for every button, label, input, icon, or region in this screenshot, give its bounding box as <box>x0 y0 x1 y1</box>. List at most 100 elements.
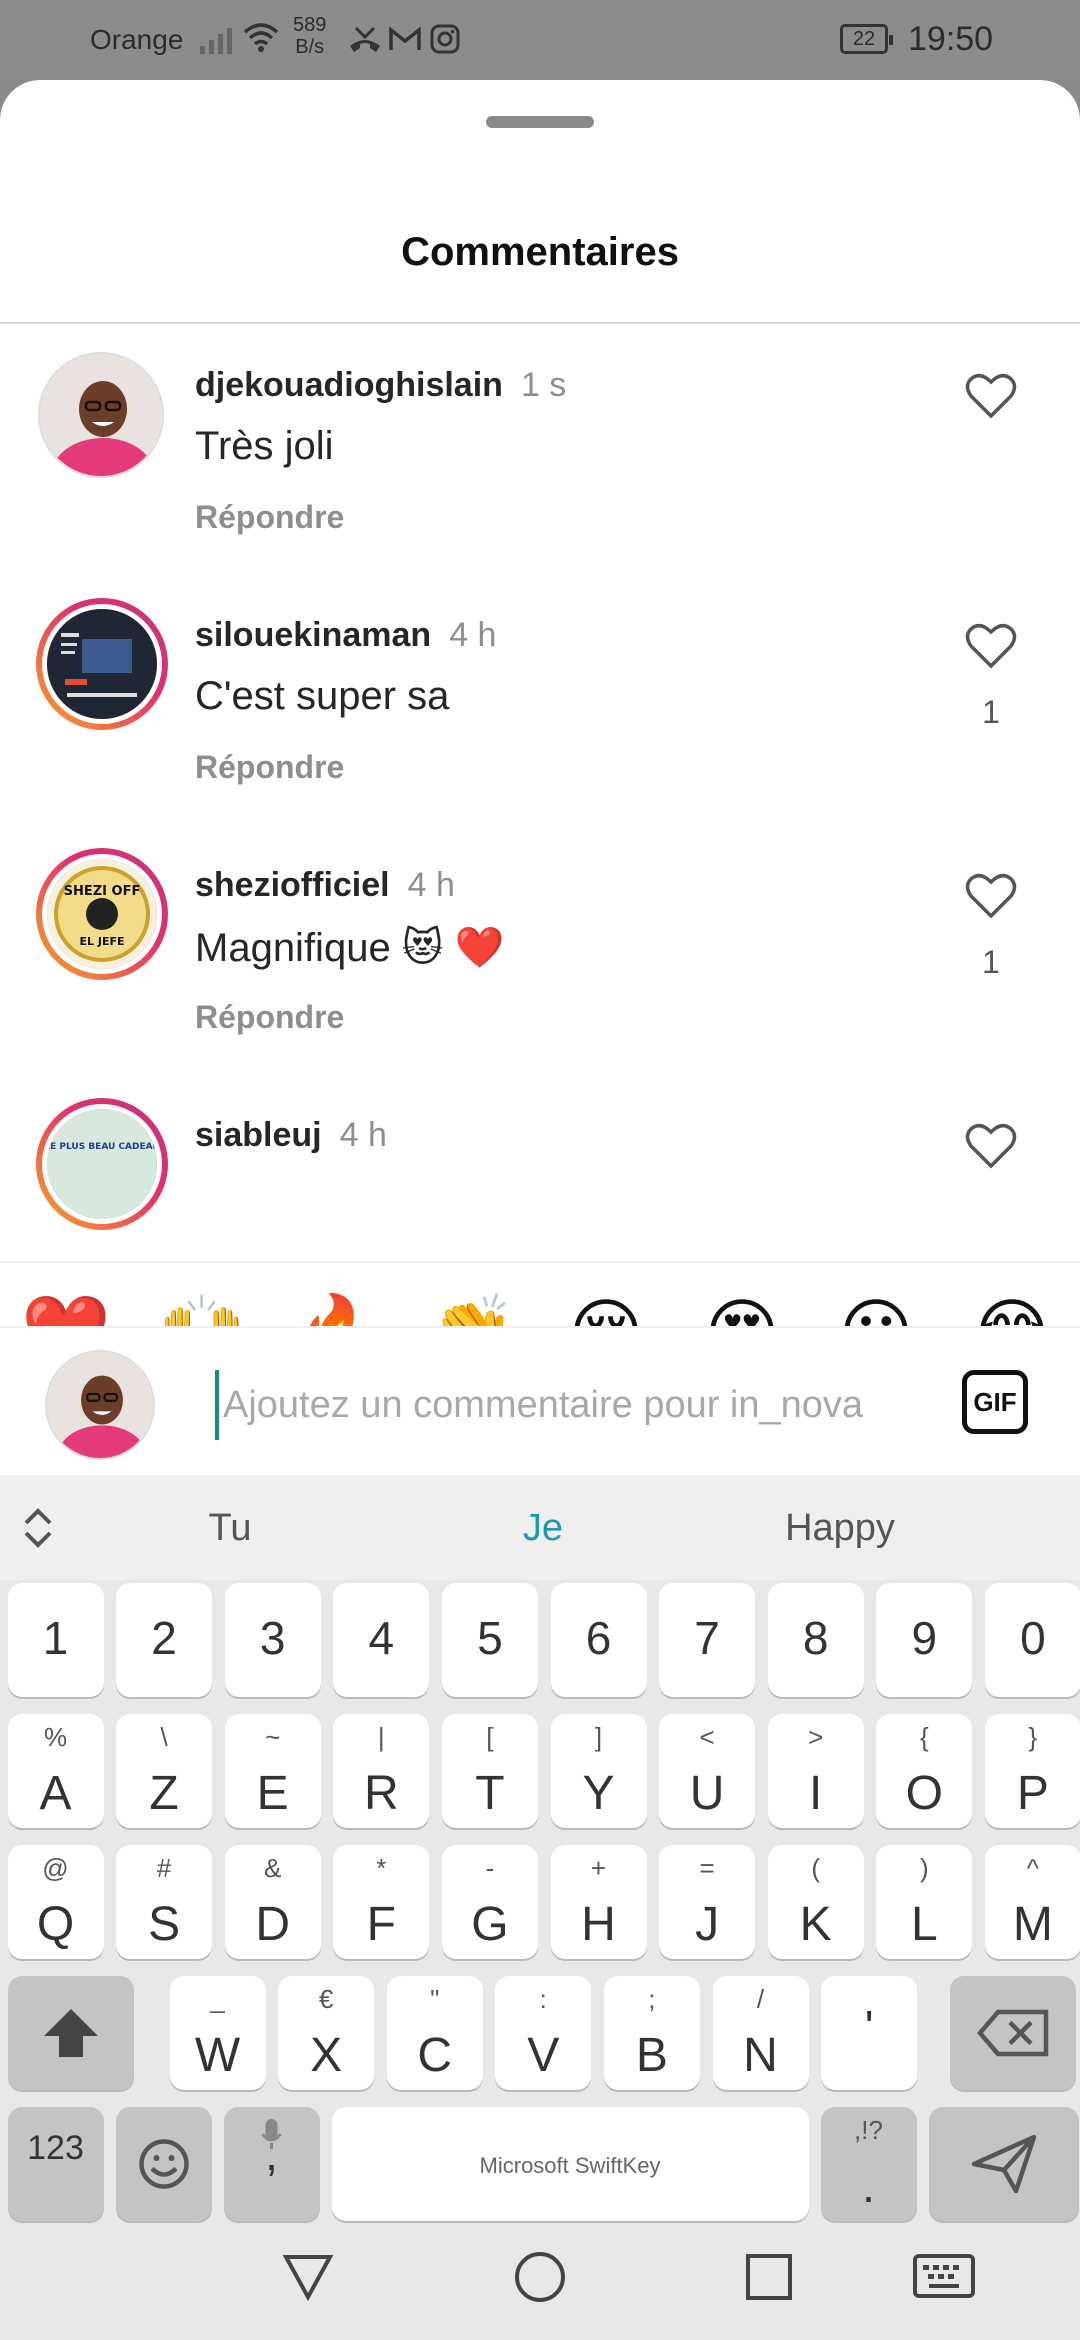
key-2[interactable]: 2 <box>116 1583 213 1697</box>
network-speed: 589 B/s <box>293 14 326 58</box>
reply-button[interactable]: Répondre <box>195 999 344 1036</box>
comment-username[interactable]: siableuj 4 h <box>195 1116 387 1155</box>
key-v[interactable]: :V <box>495 1976 592 2090</box>
key-secondary-label: { <box>919 1722 929 1752</box>
recents-icon[interactable] <box>744 2252 794 2302</box>
like-heart-icon[interactable] <box>965 622 1017 670</box>
key-7[interactable]: 7 <box>659 1583 756 1697</box>
key-label: 7 <box>694 1612 720 1664</box>
space-key[interactable]: Microsoft SwiftKey <box>331 2107 809 2221</box>
key-i[interactable]: > I <box>767 1714 864 1828</box>
key-k[interactable]: (K <box>767 1845 864 1959</box>
key-0[interactable]: 0 <box>984 1583 1080 1697</box>
key-secondary-label: ( <box>811 1853 821 1883</box>
home-icon[interactable] <box>513 2250 567 2304</box>
comment-username[interactable]: sheziofficiel 4 h <box>195 866 455 905</box>
key-label: R <box>363 1767 399 1820</box>
key-6[interactable]: 6 <box>550 1583 647 1697</box>
period-key[interactable]: ,!?. <box>820 2107 917 2221</box>
comma-key[interactable]: , <box>223 2107 320 2221</box>
backspace-key[interactable] <box>949 1976 1076 2090</box>
emoji-key[interactable] <box>115 2107 212 2221</box>
reply-button[interactable]: Répondre <box>195 499 344 536</box>
speed-value: 589 <box>293 14 327 36</box>
key-e[interactable]: ~ E <box>224 1714 321 1828</box>
comment-time: 4 h <box>449 616 497 654</box>
send-key[interactable] <box>928 2107 1079 2221</box>
key-g[interactable]: -G <box>441 1845 538 1959</box>
suggestion-3[interactable]: Happy <box>740 1507 940 1550</box>
wifi-icon <box>243 23 279 52</box>
key-8[interactable]: 8 <box>767 1583 864 1697</box>
key-z[interactable]: \ Z <box>116 1714 213 1828</box>
comment-item: silouekinaman 4 h C'est super sa Répondre… <box>0 574 1080 824</box>
key-label: O <box>905 1767 943 1820</box>
key-b[interactable]: ; B <box>603 1976 700 2090</box>
key-o[interactable]: {O <box>876 1714 973 1828</box>
key-secondary-label: € <box>318 1984 334 2014</box>
status-bar: Orange 589 B/s 22 19:50 <box>0 0 1080 80</box>
avatar[interactable]: SHEZI OFF EL JEFE <box>36 848 168 980</box>
key-3[interactable]: 3 <box>224 1583 321 1697</box>
key-label: . <box>862 2160 875 2212</box>
gif-button[interactable]: GIF <box>962 1370 1028 1434</box>
missed-call-icon <box>350 26 380 52</box>
key-label: I <box>809 1767 823 1820</box>
key-label: X <box>310 2029 343 2082</box>
key-s[interactable]: # S <box>116 1845 213 1959</box>
key-x[interactable]: € X <box>278 1976 375 2090</box>
key-label: N <box>743 2029 778 2082</box>
key-u[interactable]: < U <box>659 1714 756 1828</box>
comment-username[interactable]: djekouadioghislain 1 s <box>195 366 566 405</box>
key-secondary-label: [ <box>486 1722 494 1752</box>
carrier-label: Orange <box>90 24 184 55</box>
avatar[interactable]: LE PLUS BEAU CADEAU <box>36 1098 168 1230</box>
key-label: Y <box>582 1767 615 1820</box>
comment-input[interactable] <box>215 1370 915 1440</box>
back-icon[interactable] <box>282 2253 334 2301</box>
key-a[interactable]: % A <box>7 1714 104 1828</box>
reply-button[interactable]: Répondre <box>195 749 344 786</box>
shift-key[interactable] <box>7 1976 134 2090</box>
key-y[interactable]: ] Y <box>550 1714 647 1828</box>
key-4[interactable]: 4 <box>333 1583 430 1697</box>
suggestion-2[interactable]: Je <box>443 1507 643 1550</box>
key-m[interactable]: ^ M <box>984 1845 1080 1959</box>
comment-username[interactable]: silouekinaman 4 h <box>195 616 496 655</box>
key-f[interactable]: * F <box>333 1845 430 1959</box>
key-5[interactable]: 5 <box>441 1583 538 1697</box>
key-j[interactable]: = J <box>659 1845 756 1959</box>
key-apostrophe[interactable]: ' <box>821 1976 918 2090</box>
key-label: P <box>1016 1767 1049 1820</box>
avatar[interactable] <box>38 352 164 478</box>
comments-list[interactable]: djekouadioghislain 1 s Très joli Répondre <box>0 324 1080 1261</box>
numbers-key[interactable]: 123 <box>7 2107 104 2221</box>
like-heart-icon[interactable] <box>965 872 1017 920</box>
key-d[interactable]: & D <box>224 1845 321 1959</box>
key-9[interactable]: 9 <box>876 1583 973 1697</box>
clock: 19:50 <box>908 20 994 58</box>
key-secondary-label: \ <box>160 1722 168 1752</box>
key-h[interactable]: + H <box>550 1845 647 1959</box>
key-p[interactable]: } P <box>984 1714 1080 1828</box>
like-heart-icon[interactable] <box>965 372 1017 420</box>
speed-unit: B/s <box>295 36 325 58</box>
like-heart-icon[interactable] <box>965 1122 1017 1170</box>
expand-toolbar-icon[interactable] <box>18 1503 58 1553</box>
key-n[interactable]: / N <box>712 1976 809 2090</box>
key-w[interactable]: _ W <box>169 1976 266 2090</box>
key-label: W <box>194 2029 241 2082</box>
key-q[interactable]: @ Q <box>7 1845 104 1959</box>
key-1[interactable]: 1 <box>7 1583 104 1697</box>
avatar[interactable] <box>36 598 168 730</box>
key-t[interactable]: [T <box>441 1714 538 1828</box>
key-c[interactable]: " C <box>386 1976 483 2090</box>
keyboard-hide-icon[interactable] <box>912 2253 976 2299</box>
drag-handle[interactable] <box>486 116 594 128</box>
key-label: 1 <box>42 1612 69 1664</box>
key-l[interactable]: ) L <box>876 1845 973 1959</box>
key-r[interactable]: | R <box>333 1714 430 1828</box>
key-label: T <box>475 1767 505 1820</box>
suggestion-1[interactable]: Tu <box>130 1507 330 1550</box>
key-secondary-label: & <box>264 1853 282 1883</box>
